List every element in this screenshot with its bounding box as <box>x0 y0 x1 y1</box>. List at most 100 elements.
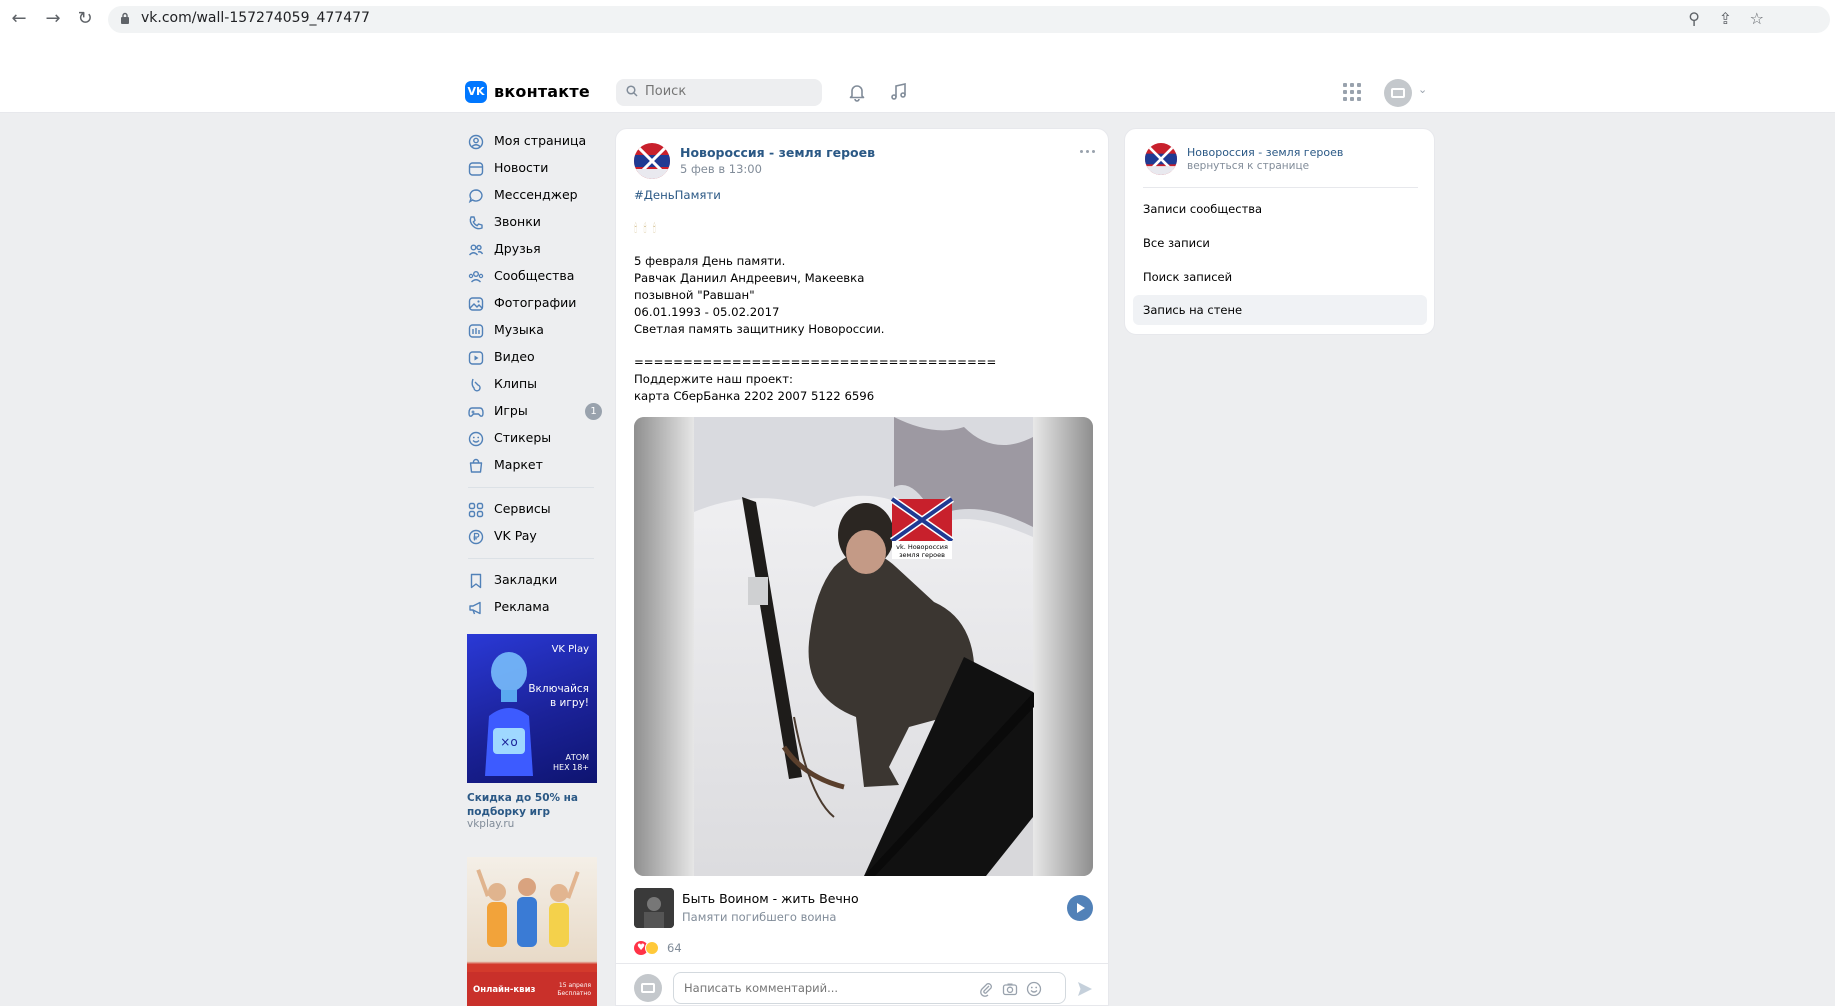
search-input[interactable] <box>645 84 815 99</box>
camera-icon[interactable] <box>1002 981 1018 997</box>
paperclip-icon[interactable] <box>978 981 994 997</box>
sad-reaction-icon <box>645 941 659 955</box>
community-avatar[interactable] <box>1145 143 1177 175</box>
sidebar-item-label: Игры <box>494 403 528 418</box>
ad-brand: VK Play <box>551 644 589 655</box>
ad-banner-vkplay[interactable]: ×o VK Play Включайся в игру! АТОМ НЕХ 18+ <box>467 634 597 783</box>
sidebar-item-label: VK Pay <box>494 528 537 543</box>
post-text: #ДеньПамяти 🕯🕯🕯 5 февраля День памяти. Р… <box>634 187 1094 405</box>
sidebar-item-gamepad[interactable]: Игры 1 <box>458 398 606 425</box>
chevron-down-icon[interactable]: ⌄ <box>1418 83 1427 96</box>
post-date[interactable]: 5 фев в 13:00 <box>680 162 762 176</box>
bookmark-star-icon[interactable]: ☆ <box>1750 9 1764 28</box>
music-icon <box>468 324 484 338</box>
sidebar-item-label: Друзья <box>494 241 541 256</box>
phone-icon <box>469 216 483 230</box>
sidebar-item-phone[interactable]: Звонки <box>458 209 606 236</box>
megaphone-icon <box>469 601 481 615</box>
vk-brand-name[interactable]: вконтакте <box>494 82 590 101</box>
sidebar-item-video[interactable]: Видео <box>458 344 606 371</box>
comment-divider <box>616 963 1108 964</box>
post-separator: ===================================== <box>634 355 997 369</box>
reactions-count: 64 <box>667 941 682 955</box>
profile-avatar[interactable] <box>1384 79 1412 107</box>
post-author-link[interactable]: Новороссия - земля героев <box>680 145 875 160</box>
community-link[interactable]: Новороссия - земля героев <box>1187 146 1343 159</box>
ad-quiz-label: Онлайн-квиз <box>473 985 536 995</box>
sidebar-item-message[interactable]: Мессенджер <box>458 182 606 209</box>
music-note-icon[interactable] <box>888 81 910 103</box>
audio-title[interactable]: Быть Воином - жить Вечно <box>682 891 859 906</box>
sidebar-item-bag[interactable]: Маркет <box>458 452 606 479</box>
people-illustration <box>476 869 580 947</box>
post-line: карта СберБанка 2202 2007 5122 6596 <box>634 389 875 403</box>
sidebar-item-smile[interactable]: Стикеры <box>458 425 606 452</box>
comment-input[interactable] <box>684 981 934 995</box>
ad-domain[interactable]: vkplay.ru <box>467 818 514 830</box>
divider <box>1143 187 1418 188</box>
communities-icon <box>468 271 484 283</box>
sidebar-item-communities[interactable]: Сообщества <box>458 263 606 290</box>
sidebar-item-pay[interactable]: VK Pay <box>458 523 606 550</box>
reload-icon[interactable]: ↻ <box>74 9 96 29</box>
sidebar-item-user-circle[interactable]: Моя страница <box>458 128 606 155</box>
hashtag-link[interactable]: #ДеньПамяти <box>634 187 1094 204</box>
share-icon[interactable]: ⇪ <box>1719 9 1732 28</box>
lock-icon <box>121 12 129 24</box>
sidebar-item-friends[interactable]: Друзья <box>458 236 606 263</box>
sidebar-item-clips[interactable]: Клипы <box>458 371 606 398</box>
more-dots-icon[interactable] <box>1078 143 1098 159</box>
comment-box[interactable] <box>673 972 1066 1004</box>
camera-icon <box>641 983 655 993</box>
play-button-icon[interactable] <box>1067 895 1093 921</box>
sidebar-item-newspaper[interactable]: Новости <box>458 155 606 182</box>
url-text[interactable]: vk.com/wall-157274059_477477 <box>141 10 370 26</box>
vk-header: VK вконтакте ⌄ <box>0 70 1835 113</box>
search-box[interactable] <box>616 79 822 106</box>
community-avatar[interactable] <box>634 143 670 179</box>
right-navigation-card: Новороссия - земля героев вернуться к ст… <box>1124 128 1435 335</box>
sidebar-item-label: Клипы <box>494 376 538 391</box>
svg-text:×o: ×o <box>500 735 517 749</box>
post-line: 06.01.1993 - 05.02.2017 <box>634 305 780 319</box>
forward-arrow-icon[interactable]: → <box>42 9 64 29</box>
apps-grid-icon[interactable] <box>1343 83 1361 101</box>
nav-search-posts[interactable]: Поиск записей <box>1133 262 1427 292</box>
sidebar-item-music[interactable]: Музыка <box>458 317 606 344</box>
sidebar-item-grid[interactable]: Сервисы <box>458 496 606 523</box>
bell-icon[interactable] <box>846 81 868 103</box>
post-photo[interactable]: vk. Новороссия земля героев <box>634 417 1093 876</box>
sidebar-item-label: Стикеры <box>494 430 552 445</box>
sidebar-item-label: Видео <box>494 349 535 364</box>
nav-all-posts[interactable]: Все записи <box>1133 228 1427 258</box>
sidebar-item-label: Сервисы <box>494 501 551 516</box>
audio-subtitle[interactable]: Памяти погибшего воина <box>682 910 836 924</box>
nav-community-posts[interactable]: Записи сообщества <box>1133 194 1427 224</box>
nav-wall-post[interactable]: Запись на стене <box>1133 295 1427 325</box>
bag-icon <box>469 458 483 473</box>
post-line: Поддержите наш проект: <box>634 372 793 386</box>
send-icon[interactable] <box>1076 980 1094 998</box>
sidebar-item-photo[interactable]: Фотографии <box>458 290 606 317</box>
left-sidebar: Моя страница Новости Мессенджер Звонки Друзь… <box>458 128 606 621</box>
commenter-avatar <box>634 974 662 1002</box>
sidebar-item-label: Моя страница <box>494 133 587 148</box>
vk-logo-icon[interactable]: VK <box>465 81 487 103</box>
sidebar-item-bookmark[interactable]: Закладки <box>458 567 606 594</box>
back-to-page-link[interactable]: вернуться к странице <box>1187 160 1309 172</box>
ad-title-link[interactable]: Скидка до 50% на подборку игр <box>467 791 597 819</box>
photo-icon <box>468 297 484 311</box>
sidebar-item-megaphone[interactable]: Реклама <box>458 594 606 621</box>
pay-icon <box>468 529 484 545</box>
menu-divider <box>468 558 594 559</box>
address-bar[interactable]: vk.com/wall-157274059_477477 ⚲ ⇪ ☆ <box>108 6 1830 33</box>
audio-attachment[interactable]: Быть Воином - жить Вечно Памяти погибшег… <box>634 888 1093 930</box>
ad-banner-quiz[interactable]: Онлайн-квиз 15 апреля Бесплатно <box>467 857 597 1006</box>
newspaper-icon <box>468 162 484 176</box>
watermark-line: vk. Новороссия <box>896 543 948 551</box>
browser-toolbar: ← → ↻ vk.com/wall-157274059_477477 ⚲ ⇪ ☆ <box>0 0 1835 70</box>
wall-post: Новороссия - земля героев 5 фев в 13:00 … <box>615 128 1109 1006</box>
zoom-icon[interactable]: ⚲ <box>1688 9 1700 28</box>
back-arrow-icon[interactable]: ← <box>8 9 30 29</box>
smile-icon[interactable] <box>1026 981 1042 997</box>
